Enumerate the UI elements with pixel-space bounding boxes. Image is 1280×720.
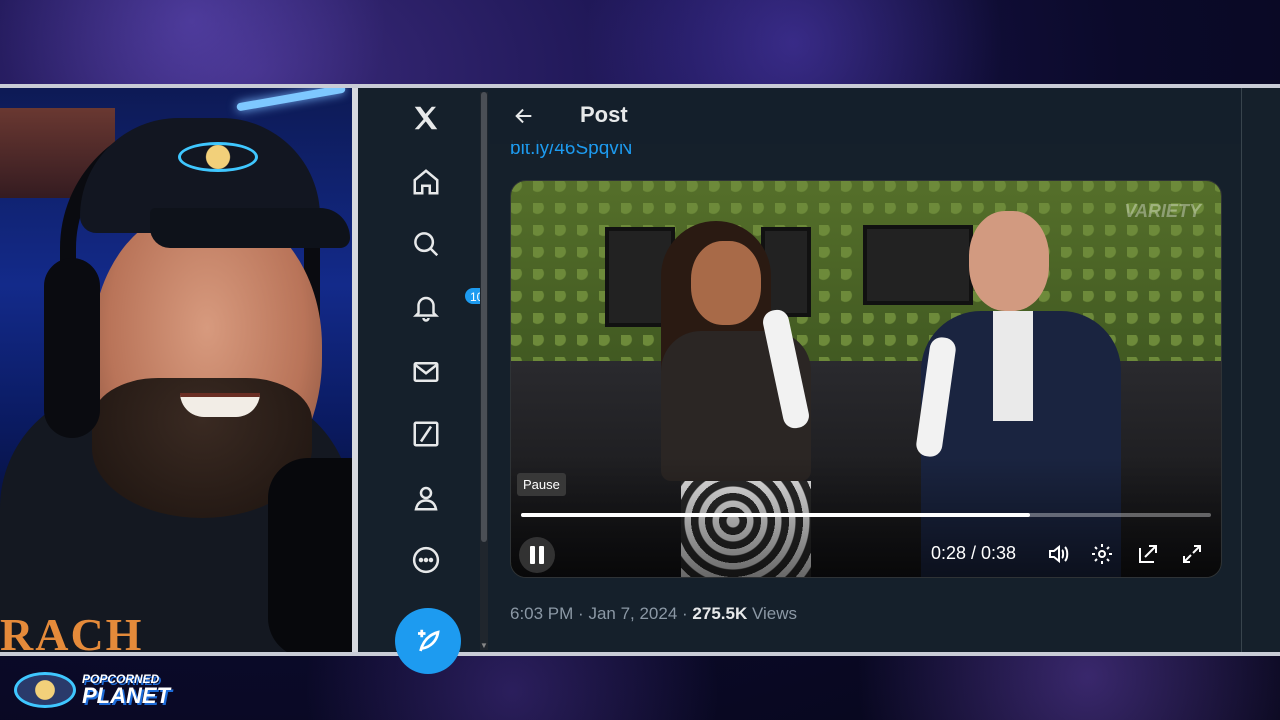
sidebar-item-profile[interactable]	[402, 474, 450, 522]
more-circle-icon	[412, 546, 440, 574]
pause-icon	[530, 546, 535, 564]
post-header: Post	[490, 88, 1241, 144]
video-time: 0:28 / 0:38	[931, 543, 1017, 563]
sidebar-item-home[interactable]	[402, 158, 450, 206]
mail-icon	[413, 362, 439, 382]
scrollbar-thumb[interactable]	[481, 92, 487, 542]
post-metadata: 6:03 PM · Jan 7, 2024 · 275.5K Views	[510, 604, 798, 623]
channel-branding: POPCORNED PLANET	[14, 668, 170, 712]
pause-tooltip: Pause	[517, 473, 566, 496]
dock-icon	[1139, 545, 1157, 563]
microphone	[268, 458, 352, 652]
video-progress-bar[interactable]	[521, 513, 1211, 517]
scroll-down-arrow-icon[interactable]: ▼	[480, 641, 488, 650]
sidebar-item-notifications[interactable]: 10	[402, 284, 490, 332]
sidebar-item-grok[interactable]	[402, 410, 450, 458]
volume-button[interactable]	[1043, 539, 1073, 569]
search-icon	[414, 232, 439, 257]
post-time: 6:03 PM	[510, 604, 574, 623]
right-gutter	[1242, 88, 1280, 652]
video-progress-fill	[521, 513, 1030, 517]
back-arrow-icon	[515, 108, 532, 124]
gear-icon	[1092, 544, 1112, 564]
headphone-ear	[44, 258, 100, 438]
home-icon	[413, 169, 439, 195]
fullscreen-button[interactable]	[1177, 539, 1207, 569]
planet-logo-icon	[178, 142, 258, 172]
sidebar-item-explore[interactable]	[402, 220, 450, 268]
slash-square-icon	[413, 421, 439, 447]
views-label: Views	[751, 604, 798, 623]
video-controls: 0:28 / 0:38	[511, 531, 1221, 575]
fullscreen-icon	[1183, 545, 1201, 563]
volume-icon	[1049, 544, 1069, 564]
pause-button[interactable]	[519, 537, 555, 573]
back-button[interactable]	[508, 100, 540, 132]
brand-line-2: PLANET	[82, 683, 170, 708]
compose-post-button[interactable]	[395, 608, 461, 674]
page-scrollbar[interactable]: ▼	[480, 92, 488, 650]
page-title: Post	[580, 102, 628, 127]
post-column: bit.ly/46SpqvN Post VARIETY Pause 0:28 /…	[490, 88, 1242, 652]
video-watermark: VARIETY	[1124, 201, 1201, 221]
x-app-window: 10 ▼ bit.ly/46SpqvN Post VARIETY Pause 0…	[358, 88, 1280, 674]
planet-logo-icon	[14, 672, 76, 708]
brand-wordmark: POPCORNED PLANET	[82, 673, 170, 707]
webcam-panel: RACH	[0, 88, 352, 652]
sidebar-nav: 10	[358, 88, 490, 674]
sidebar-item-messages[interactable]	[402, 348, 450, 396]
post-date: Jan 7, 2024	[588, 604, 678, 623]
stream-frame: RACH 10 ▼ bit.ly/46SpqvN Post VARIETY Pa…	[0, 84, 1280, 674]
settings-button[interactable]	[1087, 539, 1117, 569]
person-icon	[414, 486, 438, 511]
sidebar-item-more[interactable]	[402, 536, 450, 584]
x-logo-icon[interactable]	[402, 94, 450, 142]
dock-button[interactable]	[1133, 539, 1163, 569]
views-count: 275.5K	[692, 604, 748, 623]
bell-icon	[412, 296, 440, 322]
streamer-smile	[180, 393, 260, 417]
neon-light	[236, 88, 346, 112]
video-player[interactable]: VARIETY Pause 0:28 / 0:38	[510, 180, 1222, 578]
shirt-text: RACH	[0, 609, 144, 652]
cap-brim	[150, 208, 350, 248]
feather-plus-icon	[418, 629, 440, 652]
